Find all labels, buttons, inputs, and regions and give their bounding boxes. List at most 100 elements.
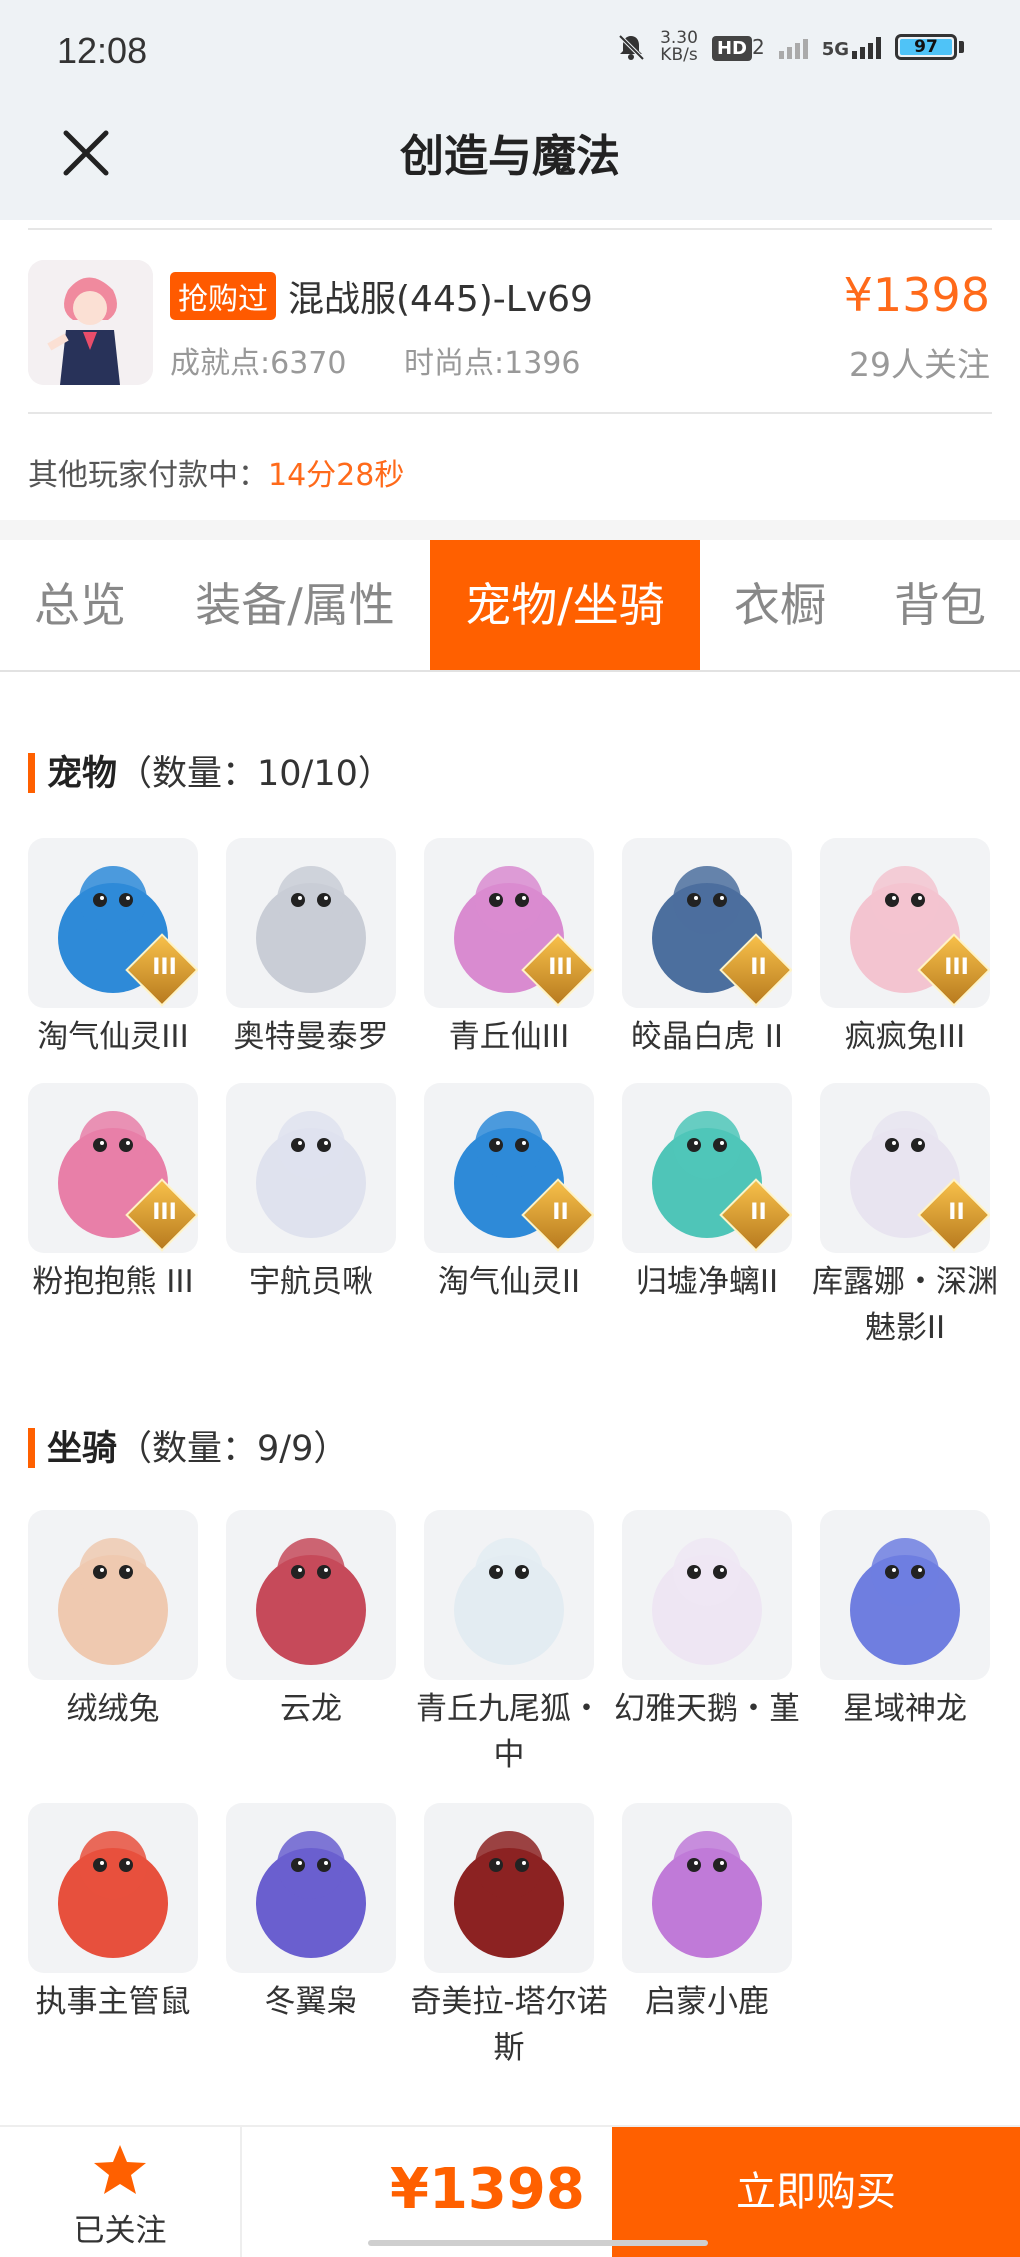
mount-name: 启蒙小鹿	[645, 1984, 769, 2020]
tab-bar: 总览 装备/属性 宠物/坐骑 衣橱 背包	[0, 540, 1020, 672]
page-title: 创造与魔法	[400, 131, 620, 182]
pet-card[interactable]: 奥特曼泰罗	[226, 838, 396, 1060]
mount-card[interactable]: 云龙	[226, 1510, 396, 1732]
tab-pets-mounts[interactable]: 宠物/坐骑	[430, 540, 700, 670]
mount-name: 绒绒兔	[66, 1691, 160, 1727]
mount-image	[226, 1803, 396, 1973]
pet-image: III	[424, 838, 594, 1008]
pet-name: 青丘仙III	[448, 1019, 570, 1055]
signal-strong-icon	[852, 35, 881, 59]
mount-card[interactable]: 星域神龙	[820, 1510, 990, 1732]
pet-name: 归墟净螭II	[635, 1264, 779, 1300]
achievement-points: 成就点:6370	[170, 346, 347, 381]
mount-name: 青丘九尾狐・中	[416, 1691, 602, 1773]
pet-name: 淘气仙灵III	[37, 1019, 189, 1055]
pet-card[interactable]: II 归墟净螭II	[622, 1083, 792, 1305]
network-speed: 3.30 KB/s	[660, 28, 698, 65]
mount-image	[424, 1510, 594, 1680]
mount-image	[622, 1510, 792, 1680]
mount-card[interactable]: 幻雅天鹅・堇	[614, 1510, 800, 1732]
server-level: 混战服(445)-Lv69	[288, 279, 593, 320]
mute-bell-icon	[618, 34, 645, 61]
tab-wardrobe[interactable]: 衣橱	[710, 540, 850, 670]
pet-card[interactable]: III 疯疯兔III	[820, 838, 990, 1060]
tab-equipment[interactable]: 装备/属性	[170, 540, 420, 670]
mount-name: 奇美拉-塔尔诺斯	[410, 1984, 608, 2066]
pet-card[interactable]: II 淘气仙灵II	[424, 1083, 594, 1305]
battery-icon: 97	[895, 34, 964, 60]
pet-name: 皎晶白虎 II	[630, 1019, 784, 1055]
hd-icon: HD 2	[711, 35, 765, 61]
status-icons: 3.30 KB/s HD 2 5G 97	[616, 30, 964, 64]
pet-name: 库露娜・深渊魅影II	[812, 1264, 998, 1346]
pet-card[interactable]: III 淘气仙灵III	[28, 838, 198, 1060]
bottom-price: ¥1398	[390, 2157, 585, 2222]
follow-label: 已关注	[73, 2213, 167, 2249]
pets-section-title: 宠物（数量：10/10）	[28, 745, 393, 796]
status-bar: 12:08 3.30 KB/s HD 2 5G 97	[0, 0, 1020, 105]
mount-card[interactable]: 启蒙小鹿	[622, 1803, 792, 2025]
pet-card[interactable]: III 青丘仙III	[424, 838, 594, 1060]
pet-image: III	[820, 838, 990, 1008]
buy-now-button[interactable]: 立即购买	[612, 2127, 1020, 2257]
fashion-points: 时尚点:1396	[404, 346, 581, 381]
follower-count: 29人关注	[849, 345, 990, 384]
follow-button[interactable]: 已关注	[0, 2127, 240, 2257]
mount-card[interactable]: 绒绒兔	[28, 1510, 198, 1732]
mount-image	[28, 1510, 198, 1680]
mounts-section-title: 坐骑（数量：9/9）	[28, 1420, 348, 1471]
section-marker	[28, 753, 35, 793]
pet-card[interactable]: II 皎晶白虎 II	[622, 838, 792, 1060]
mount-image	[820, 1510, 990, 1680]
divider	[28, 228, 992, 230]
star-icon	[94, 2145, 146, 2194]
pet-card[interactable]: II 库露娜・深渊魅影II	[812, 1083, 998, 1351]
mount-image	[424, 1803, 594, 1973]
pet-name: 粉抱抱熊 III	[32, 1264, 194, 1300]
character-avatar[interactable]	[28, 260, 153, 385]
purchase-badge: 抢购过	[170, 272, 276, 320]
mount-card[interactable]: 青丘九尾狐・中	[416, 1510, 602, 1778]
pet-image	[226, 838, 396, 1008]
pet-image: II	[622, 838, 792, 1008]
pet-image: III	[28, 1083, 198, 1253]
signal-weak-icon	[778, 35, 808, 59]
pet-card[interactable]: III 粉抱抱熊 III	[28, 1083, 198, 1305]
mount-card[interactable]: 冬翼枭	[226, 1803, 396, 2025]
mount-name: 执事主管鼠	[35, 1984, 191, 2020]
mount-card[interactable]: 奇美拉-塔尔诺斯	[410, 1803, 608, 2071]
pet-name: 宇航员啾	[249, 1264, 373, 1300]
mount-name: 星域神龙	[843, 1691, 967, 1727]
mount-name: 幻雅天鹅・堇	[614, 1691, 800, 1727]
home-indicator[interactable]	[368, 2240, 708, 2246]
mount-name: 冬翼枭	[264, 1984, 358, 2020]
mount-image	[622, 1803, 792, 1973]
status-time: 12:08	[57, 30, 148, 71]
divider	[28, 412, 992, 414]
paying-notice: 其他玩家付款中：14分28秒	[28, 458, 405, 493]
tab-overview[interactable]: 总览	[0, 540, 160, 670]
mount-card[interactable]: 执事主管鼠	[28, 1803, 198, 2025]
pet-image: II	[622, 1083, 792, 1253]
pet-image: III	[28, 838, 198, 1008]
section-marker	[28, 1428, 35, 1468]
character-portrait	[28, 260, 153, 385]
bottom-bar: 已关注 ¥1398 立即购买	[0, 2125, 1020, 2257]
mount-name: 云龙	[280, 1691, 342, 1727]
mount-image	[226, 1510, 396, 1680]
pet-image: II	[820, 1083, 990, 1253]
pet-name: 淘气仙灵II	[437, 1264, 581, 1300]
countdown: 14分28秒	[268, 458, 405, 493]
nav-bar: 创造与魔法	[0, 105, 1020, 220]
section-gap	[0, 520, 1020, 540]
pet-image	[226, 1083, 396, 1253]
network-type: 5G	[821, 39, 849, 60]
product-card: 抢购过 混战服(445)-Lv69 成就点:6370 时尚点:1396 ¥139…	[0, 220, 1020, 550]
tab-backpack[interactable]: 背包	[870, 540, 1010, 670]
pet-image: II	[424, 1083, 594, 1253]
divider	[240, 2127, 242, 2257]
pet-name: 疯疯兔III	[844, 1019, 966, 1055]
pet-name: 奥特曼泰罗	[233, 1019, 389, 1055]
pet-card[interactable]: 宇航员啾	[226, 1083, 396, 1305]
price: ¥1398	[843, 268, 990, 322]
